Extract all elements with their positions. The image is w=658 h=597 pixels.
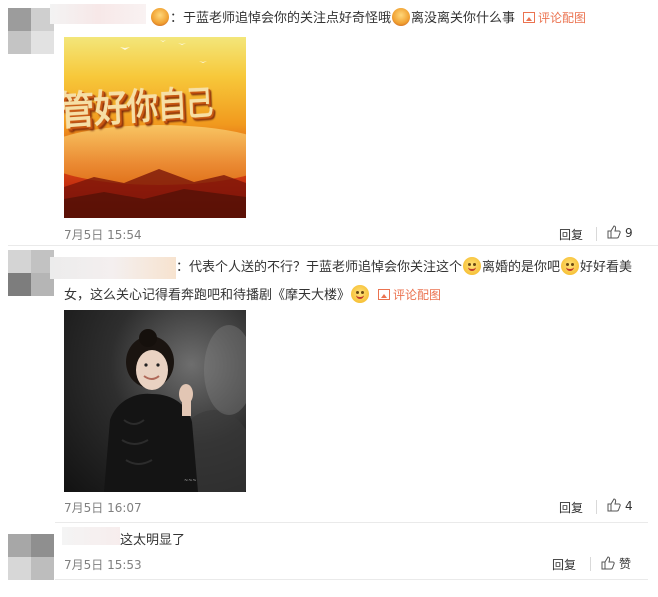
avatar[interactable] <box>8 250 54 296</box>
image-icon <box>378 289 391 300</box>
emoji-icon <box>463 257 482 275</box>
divider <box>590 557 591 571</box>
username-redacted[interactable] <box>62 527 120 545</box>
comment-time: 7月5日 15:54 <box>64 228 142 242</box>
username-redacted[interactable] <box>50 4 146 24</box>
comment-image[interactable]: 管好你自己 <box>64 37 246 218</box>
comment-time: 7月5日 15:53 <box>64 558 142 572</box>
divider <box>596 500 597 514</box>
comment-divider <box>55 522 648 523</box>
like-count: 9 <box>625 226 633 240</box>
like-button[interactable]: 9 <box>607 225 633 240</box>
like-label: 赞 <box>619 557 632 571</box>
comment-text: 这太明显了 <box>120 533 186 548</box>
like-button[interactable]: 4 <box>607 498 633 513</box>
emoji-icon <box>561 257 580 275</box>
like-button[interactable]: 赞 <box>601 555 631 572</box>
comment-text: ：代表个人送的不行？于蓝老师追悼会你关注这个 离婚的是你吧 好好看美 <box>176 256 632 280</box>
avatar[interactable] <box>8 534 54 580</box>
thumbs-up-icon <box>607 225 621 239</box>
svg-text:~~~: ~~~ <box>184 478 197 484</box>
reply-button[interactable]: 回复 <box>559 226 583 243</box>
comment-text-line2: 女，这么关心记得看奔跑吧和待播剧《摩天大楼》 评论配图 <box>64 283 441 308</box>
photo-art: ~~~ <box>104 325 246 492</box>
emoji-icon <box>151 8 169 26</box>
like-count: 4 <box>625 499 633 513</box>
thumbs-up-icon <box>607 498 621 512</box>
emoji-icon <box>392 8 411 26</box>
comment-image[interactable]: ~~~ <box>64 310 246 492</box>
comment-time: 7月5日 16:07 <box>64 501 142 515</box>
thumbs-up-icon <box>601 556 615 570</box>
username-redacted[interactable] <box>50 257 176 279</box>
avatar[interactable] <box>8 8 54 54</box>
comment-divider <box>8 245 658 246</box>
comment-divider <box>55 579 648 580</box>
comment-image-link[interactable]: 评论配图 <box>523 11 586 25</box>
divider <box>596 227 597 241</box>
emoji-icon <box>351 285 370 303</box>
reply-button[interactable]: 回复 <box>552 556 576 573</box>
image-icon <box>523 12 536 23</box>
comment-text: ：于蓝老师追悼会你的关注点好奇怪哦 离没离关你什么事 评论配图 <box>150 6 586 31</box>
reply-button[interactable]: 回复 <box>559 499 583 516</box>
comment-image-link[interactable]: 评论配图 <box>378 288 441 302</box>
